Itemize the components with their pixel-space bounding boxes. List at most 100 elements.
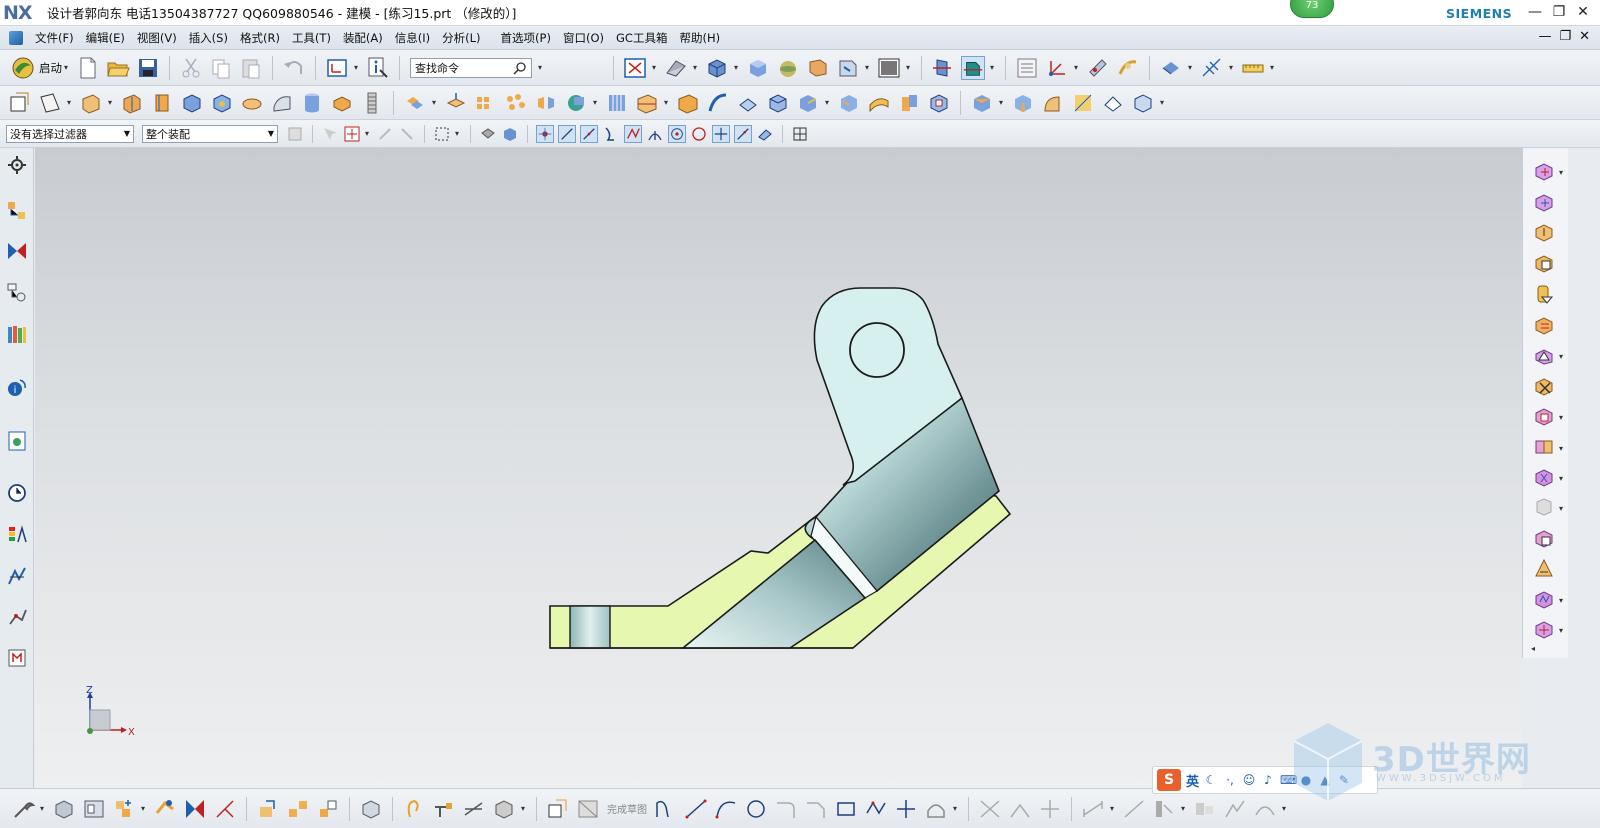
thread-icon[interactable] — [360, 91, 384, 115]
chevron-down-icon[interactable]: ▾ — [352, 63, 360, 72]
chevron-down-icon[interactable]: ▾ — [106, 98, 114, 107]
measure-distance-icon[interactable] — [1086, 56, 1110, 80]
manufacturing-wizard-icon[interactable] — [6, 606, 28, 628]
replace-face-icon[interactable] — [766, 91, 790, 115]
grid-icon[interactable] — [1200, 56, 1224, 80]
draft-icon[interactable] — [605, 91, 629, 115]
move-face-icon[interactable] — [796, 91, 820, 115]
make-coplanar-icon[interactable] — [1101, 91, 1125, 115]
shaded-icon[interactable] — [746, 56, 770, 80]
menu-tools[interactable]: 工具(T) — [286, 30, 337, 46]
auto-constraint-icon[interactable] — [1152, 797, 1176, 821]
history-clock-icon[interactable] — [6, 482, 28, 504]
analysis-icon[interactable] — [1116, 56, 1140, 80]
drawing-sheet-icon[interactable] — [82, 797, 106, 821]
quick-trim-icon[interactable] — [978, 797, 1002, 821]
snap-existing-point-icon[interactable] — [712, 124, 730, 143]
menu-gc-toolkit[interactable]: GC工具箱 — [610, 30, 673, 46]
restore-button[interactable]: ❐ — [1550, 3, 1568, 21]
mirror-assembly-icon[interactable] — [1533, 436, 1555, 458]
add-component-bottom-icon[interactable] — [112, 797, 136, 821]
emoji-icon[interactable]: ☺ — [1242, 773, 1256, 787]
chevron-down-icon[interactable]: ▾ — [1072, 63, 1080, 72]
chevron-down-icon[interactable]: ▾ — [691, 63, 699, 72]
finish-sketch-icon[interactable] — [576, 797, 600, 821]
bore-cut[interactable] — [569, 605, 611, 649]
pattern-icon[interactable] — [403, 91, 427, 115]
assembly-navigator-icon[interactable] — [6, 200, 28, 222]
rectangle-select-icon[interactable] — [433, 125, 451, 143]
chevron-down-icon[interactable]: ▾ — [430, 98, 438, 107]
command-finder-input[interactable]: 查找命令 — [410, 57, 532, 78]
sew-icon[interactable] — [736, 91, 760, 115]
layer-icon[interactable] — [806, 56, 830, 80]
quick-extend-icon[interactable] — [1008, 797, 1032, 821]
new-component-icon[interactable] — [1533, 252, 1555, 274]
offset-region-icon[interactable] — [837, 91, 861, 115]
snap-point-on-surface-icon[interactable] — [756, 125, 774, 143]
chamfer-icon[interactable] — [330, 91, 354, 115]
constraint-bottom-icon[interactable] — [183, 797, 207, 821]
chevron-down-icon[interactable]: ▾ — [823, 98, 831, 107]
constraint-navigator-icon[interactable] — [6, 241, 28, 263]
snap-point-icon[interactable] — [376, 125, 394, 143]
doc-close-button[interactable]: ✕ — [1579, 29, 1590, 44]
snap-curve-icon[interactable] — [602, 125, 620, 143]
model-view[interactable]: Z X — [35, 148, 1522, 788]
move-to-layer-icon[interactable] — [836, 56, 860, 80]
chamfer-sketch-icon[interactable] — [804, 797, 828, 821]
wave-linker-icon[interactable] — [1533, 588, 1555, 610]
synchronous-modeling-icon[interactable] — [970, 91, 994, 115]
arc-icon[interactable] — [714, 797, 738, 821]
snap-perpendicular-icon[interactable] — [646, 125, 664, 143]
chevron-down-icon[interactable]: ▾ — [38, 804, 46, 813]
component-pattern-icon[interactable] — [286, 797, 310, 821]
chevron-down-icon[interactable]: ▾ — [1108, 804, 1116, 813]
menu-help[interactable]: 帮助(H) — [673, 30, 726, 46]
delete-face-icon[interactable] — [1071, 91, 1095, 115]
block-bottom-icon[interactable] — [492, 797, 516, 821]
part-navigator-tree-icon[interactable] — [6, 282, 28, 304]
chevron-down-icon[interactable]: ▾ — [732, 63, 740, 72]
extract-geometry-icon[interactable] — [706, 91, 730, 115]
snap-quadrant-icon[interactable] — [690, 125, 708, 143]
microphone-icon[interactable]: ♪ — [1261, 773, 1275, 787]
fillet-icon[interactable] — [774, 797, 798, 821]
replace-component-icon[interactable] — [1533, 314, 1555, 336]
chevron-down-icon[interactable]: ▾ — [662, 98, 670, 107]
select-feature-icon[interactable] — [343, 125, 361, 143]
chevron-down-icon[interactable]: ▾ — [1559, 504, 1563, 513]
chevron-down-icon[interactable]: ▾ — [519, 804, 527, 813]
skin-icon[interactable]: ▲ — [1318, 773, 1332, 787]
chevron-down-icon[interactable]: ▾ — [650, 63, 658, 72]
chevron-down-icon[interactable]: ▾ — [1158, 98, 1166, 107]
datum-plane-icon[interactable] — [38, 91, 62, 115]
snap-control-point-icon[interactable] — [580, 124, 598, 143]
route-icon[interactable] — [432, 797, 456, 821]
component-array-icon[interactable] — [1533, 405, 1555, 427]
chevron-down-icon[interactable]: ▾ — [1268, 63, 1276, 72]
user-icon[interactable]: ● — [1299, 773, 1313, 787]
wave-geometry-icon[interactable] — [1533, 160, 1555, 182]
geometric-constraint-icon[interactable] — [1122, 797, 1146, 821]
doc-restore-button[interactable]: ❐ — [1559, 29, 1571, 44]
orient-view-icon[interactable] — [664, 56, 688, 80]
polygon-icon[interactable] — [864, 797, 888, 821]
emboss-icon[interactable] — [927, 91, 951, 115]
exploded-view-icon[interactable] — [1533, 466, 1555, 488]
menu-edit[interactable]: 编辑(E) — [80, 30, 131, 46]
shell-icon[interactable] — [564, 91, 588, 115]
process-studio-icon[interactable] — [6, 565, 28, 587]
show-constraints-icon[interactable] — [1193, 797, 1217, 821]
chevron-left-icon[interactable]: ◂ — [1531, 644, 1535, 653]
hd3d-tools-icon[interactable]: i — [6, 376, 28, 398]
sphere-icon[interactable] — [776, 56, 800, 80]
search-icon[interactable] — [513, 61, 527, 75]
app-menu-icon[interactable] — [9, 30, 23, 45]
point-constructor-icon[interactable] — [791, 125, 809, 143]
info-icon[interactable] — [366, 56, 390, 80]
chevron-down-icon[interactable]: ▾ — [1559, 596, 1563, 605]
split-body-icon[interactable] — [676, 91, 700, 115]
highlight-hidden-icon[interactable] — [479, 125, 497, 143]
notification-badge[interactable]: 73 — [1290, 0, 1334, 18]
